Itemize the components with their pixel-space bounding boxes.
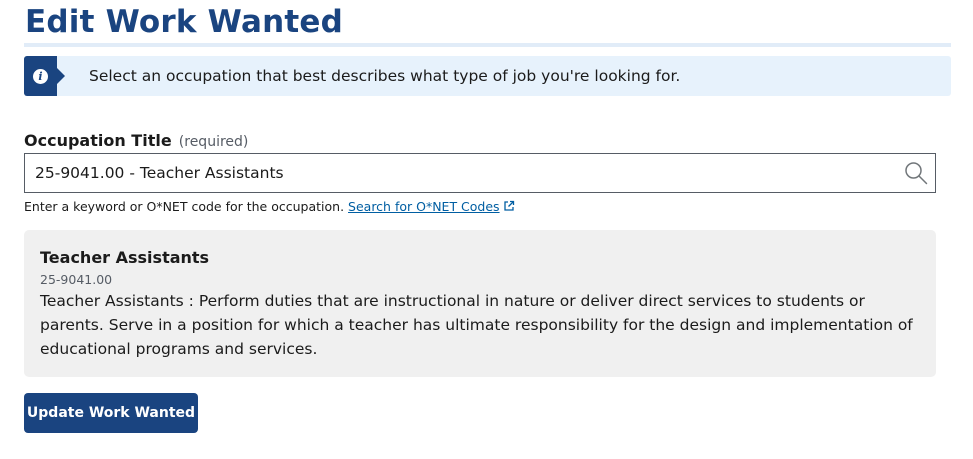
onet-search-link[interactable]: Search for O*NET Codes xyxy=(348,199,500,214)
external-link-icon xyxy=(503,200,515,215)
occupation-card-title: Teacher Assistants xyxy=(40,248,210,267)
info-alert: i Select an occupation that best describ… xyxy=(24,56,951,96)
update-work-wanted-button[interactable]: Update Work Wanted xyxy=(24,393,198,433)
onet-search-link-label: Search for O*NET Codes xyxy=(348,199,500,214)
title-divider xyxy=(24,43,951,47)
page-title: Edit Work Wanted xyxy=(25,4,343,40)
occupation-label-text: Occupation Title xyxy=(24,131,172,150)
occupation-card-code: 25-9041.00 xyxy=(40,272,113,287)
occupation-hint: Enter a keyword or O*NET code for the oc… xyxy=(24,199,515,215)
occupation-hint-text: Enter a keyword or O*NET code for the oc… xyxy=(24,199,345,214)
edit-work-wanted-page: Edit Work Wanted i Select an occupation … xyxy=(0,0,973,459)
occupation-summary-card: Teacher Assistants 25-9041.00 Teacher As… xyxy=(24,230,936,377)
info-alert-message: Select an occupation that best describes… xyxy=(89,67,681,85)
occupation-label: Occupation Title (required) xyxy=(24,131,248,150)
occupation-card-description: Teacher Assistants : Perform duties that… xyxy=(40,292,913,358)
required-indicator: (required) xyxy=(178,134,249,150)
info-icon: i xyxy=(33,69,48,84)
occupation-combobox xyxy=(24,153,936,193)
search-icon[interactable] xyxy=(903,160,929,186)
info-alert-tab: i xyxy=(24,56,65,96)
occupation-input[interactable] xyxy=(25,154,885,192)
